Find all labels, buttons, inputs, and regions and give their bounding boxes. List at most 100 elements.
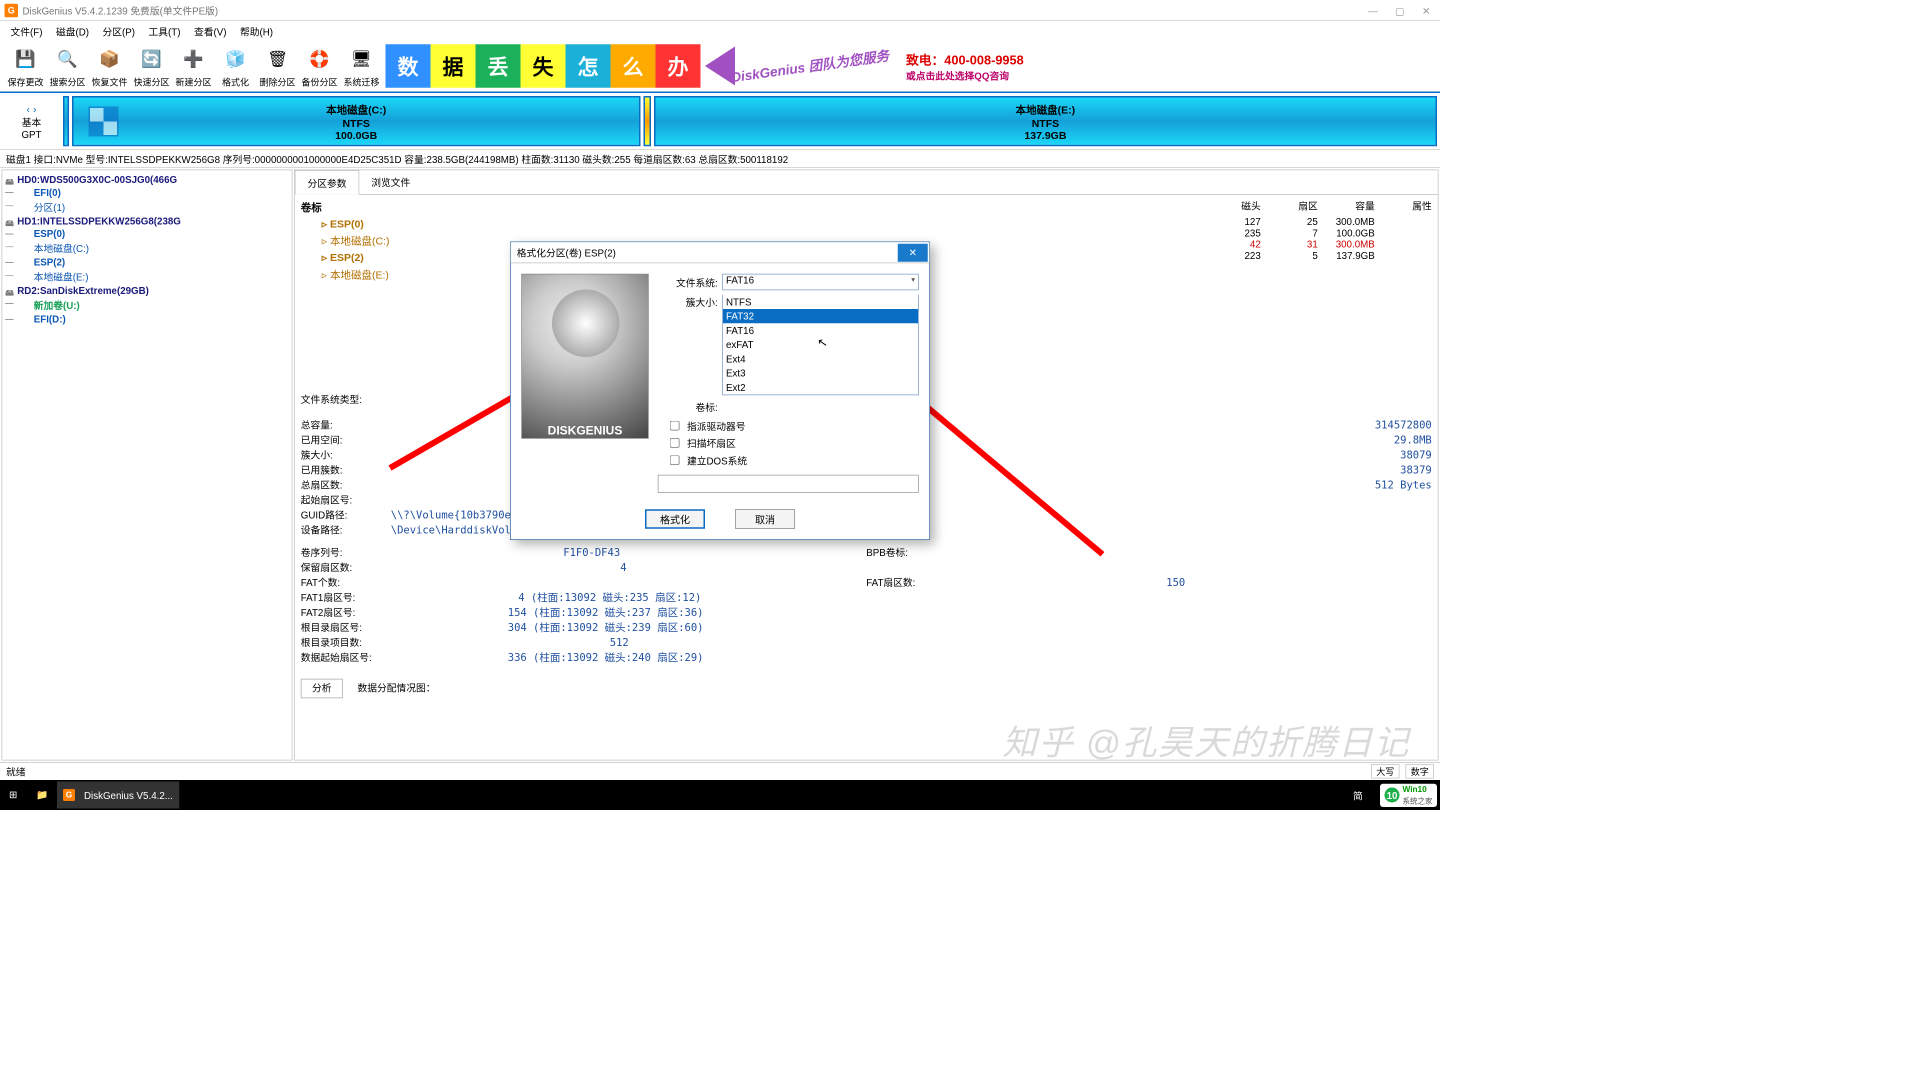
ad-slogan: DiskGenius 团队为您服务: [730, 45, 890, 86]
table-row[interactable]: 2235137.9GB: [1208, 250, 1432, 261]
tree-item[interactable]: EFI(0): [4, 186, 291, 199]
menu-tools[interactable]: 工具(T): [143, 22, 187, 39]
fs-option-ext4[interactable]: Ext4: [723, 352, 918, 366]
partition-block-esp2[interactable]: [643, 96, 651, 146]
table-row[interactable]: 2357100.0GB: [1208, 227, 1432, 238]
format-dialog: 格式化分区(卷) ESP(2) ✕ DISKGENIUS 文件系统: FAT16…: [510, 242, 930, 541]
start-button[interactable]: ⊞: [3, 782, 30, 809]
fs-option-fat16[interactable]: FAT16: [723, 323, 918, 337]
analyze-button[interactable]: 分析: [301, 679, 343, 699]
ad-char-0: 数: [386, 44, 431, 88]
win10-badge: 10 Win10 系统之家: [1380, 783, 1437, 806]
cluster-size-label: 簇大小:: [658, 295, 718, 309]
fs-option-ext3[interactable]: Ext3: [723, 366, 918, 380]
disk-info-line: 磁盘1 接口:NVMe 型号:INTELSSDPEKKW256G8 序列号:00…: [0, 150, 1440, 168]
toolbar-7[interactable]: 🛟备份分区: [299, 44, 341, 88]
dialog-title: 格式化分区(卷) ESP(2): [517, 245, 898, 259]
ad-char-4: 怎: [566, 44, 611, 88]
tree-item[interactable]: 分区(1): [4, 199, 291, 215]
disk-type-label: 基本: [22, 114, 42, 128]
menu-help[interactable]: 帮助(H): [234, 22, 279, 39]
watermark: 知乎 @孔昊天的折腾日记: [1002, 716, 1410, 766]
minimize-button[interactable]: —: [1368, 5, 1379, 16]
toolbar-3[interactable]: 🔄快速分区: [131, 44, 173, 88]
col-attr: 属性: [1379, 198, 1432, 212]
tree-item[interactable]: EFI(D:): [4, 313, 291, 326]
toolbar-8[interactable]: 🖥系统迁移: [341, 44, 383, 88]
tree-item[interactable]: 新加卷(U:): [4, 297, 291, 313]
table-row[interactable]: 12725300.0MB: [1208, 216, 1432, 227]
toolbar-4[interactable]: ➕新建分区: [173, 44, 215, 88]
toolbar-5[interactable]: 🧊格式化: [215, 44, 257, 88]
menu-partition[interactable]: 分区(P): [96, 22, 141, 39]
window-titlebar: G DiskGenius V5.4.2.1239 免费版(单文件PE版) — ▢…: [0, 0, 1440, 21]
tab-browse-files[interactable]: 浏览文件: [359, 170, 422, 194]
tree-item[interactable]: 本地磁盘(C:): [4, 240, 291, 256]
partition-block-e[interactable]: 本地磁盘(E:)NTFS137.9GB: [654, 96, 1437, 146]
ad-char-3: 失: [521, 44, 566, 88]
dialog-hdd-image: DISKGENIUS: [521, 274, 649, 439]
tree-item[interactable]: 本地磁盘(E:): [4, 269, 291, 285]
nav-arrows-icon[interactable]: ‹ ›: [27, 102, 37, 114]
taskbar-app-diskgenius[interactable]: G DiskGenius V5.4.2...: [57, 782, 179, 809]
ad-char-6: 办: [656, 44, 701, 88]
ad-char-5: 么: [611, 44, 656, 88]
chevron-down-icon: ▾: [911, 276, 915, 284]
toolbar-1[interactable]: 🔍搜索分区: [47, 44, 89, 88]
ad-banner: 数据丢失怎么办 DiskGenius 团队为您服务 致电：400-008-995…: [386, 44, 1024, 89]
filesystem-dropdown[interactable]: NTFSFAT32FAT16exFATExt4Ext3Ext2: [722, 295, 919, 396]
volume-input[interactable]: [658, 475, 919, 493]
fs-option-exfat[interactable]: exFAT: [723, 338, 918, 352]
fs-option-ext2[interactable]: Ext2: [723, 380, 918, 394]
status-caps: 大写: [1371, 764, 1400, 778]
partition-bar: ‹ › 基本 GPT 本地磁盘(C:)NTFS100.0GB 本地磁盘(E:)N…: [0, 93, 1440, 150]
taskbar: ⊞ 📁 G DiskGenius V5.4.2... 简 10 Win10 系统…: [0, 780, 1440, 810]
app-icon: G: [5, 3, 19, 17]
format-button[interactable]: 格式化: [645, 509, 705, 529]
filesystem-select[interactable]: FAT16▾: [722, 274, 919, 291]
allocation-label: 数据分配情况图：: [357, 683, 435, 694]
volume-label-label: 卷标:: [658, 400, 718, 414]
col-heads: 磁头: [1208, 198, 1261, 212]
tree-item[interactable]: HD1:INTELSSDPEKKW256G8(238G: [4, 215, 291, 228]
col-sectors: 扇区: [1265, 198, 1318, 212]
tree-item[interactable]: RD2:SanDiskExtreme(29GB): [4, 284, 291, 297]
partition-block-esp0[interactable]: [63, 96, 69, 146]
menu-file[interactable]: 文件(F): [5, 22, 49, 39]
tree-item[interactable]: HD0:WDS500G3X0C-00SJG0(466G: [4, 173, 291, 186]
fs-option-ntfs[interactable]: NTFS: [723, 295, 918, 309]
file-explorer-button[interactable]: 📁: [30, 782, 57, 809]
scan-bad-sectors-checkbox[interactable]: [670, 438, 680, 448]
dialog-close-button[interactable]: ✕: [898, 243, 928, 261]
filesystem-label: 文件系统:: [658, 275, 718, 289]
disk-tree[interactable]: HD0:WDS500G3X0C-00SJG0(466GEFI(0)分区(1)HD…: [2, 170, 293, 761]
fs-option-fat32[interactable]: FAT32: [723, 309, 918, 323]
tab-partition-params[interactable]: 分区参数: [295, 170, 360, 195]
windows-logo-icon: [89, 106, 119, 136]
partition-block-c[interactable]: 本地磁盘(C:)NTFS100.0GB: [72, 96, 640, 146]
window-title: DiskGenius V5.4.2.1239 免费版(单文件PE版): [23, 3, 1369, 17]
menu-bar: 文件(F) 磁盘(D) 分区(P) 工具(T) 查看(V) 帮助(H): [0, 21, 1440, 41]
status-text: 就绪: [6, 764, 26, 778]
close-button[interactable]: ✕: [1422, 5, 1433, 16]
ad-arrow-icon: [705, 47, 735, 86]
ad-contact[interactable]: 致电：400-008-9958 或点击此处选择QQ咨询: [906, 50, 1024, 83]
partition-style-label: GPT: [21, 129, 41, 140]
table-row[interactable]: 4231300.0MB: [1208, 239, 1432, 250]
menu-view[interactable]: 查看(V): [188, 22, 233, 39]
menu-disk[interactable]: 磁盘(D): [50, 22, 95, 39]
status-num: 数字: [1405, 764, 1434, 778]
toolbar-0[interactable]: 💾保存更改: [5, 44, 47, 88]
tray-lang[interactable]: 简: [1347, 782, 1374, 809]
tree-item[interactable]: ESP(0): [4, 227, 291, 240]
toolbar-6[interactable]: 🗑删除分区: [257, 44, 299, 88]
ad-char-2: 丢: [476, 44, 521, 88]
create-dos-checkbox[interactable]: [670, 455, 680, 465]
toolbar: 💾保存更改🔍搜索分区📦恢复文件🔄快速分区➕新建分区🧊格式化🗑删除分区🛟备份分区🖥…: [0, 41, 1440, 94]
col-capacity: 容量: [1322, 198, 1375, 212]
assign-drive-checkbox[interactable]: [670, 421, 680, 431]
cancel-button[interactable]: 取消: [735, 509, 795, 529]
maximize-button[interactable]: ▢: [1395, 5, 1406, 16]
tree-item[interactable]: ESP(2): [4, 256, 291, 269]
toolbar-2[interactable]: 📦恢复文件: [89, 44, 131, 88]
